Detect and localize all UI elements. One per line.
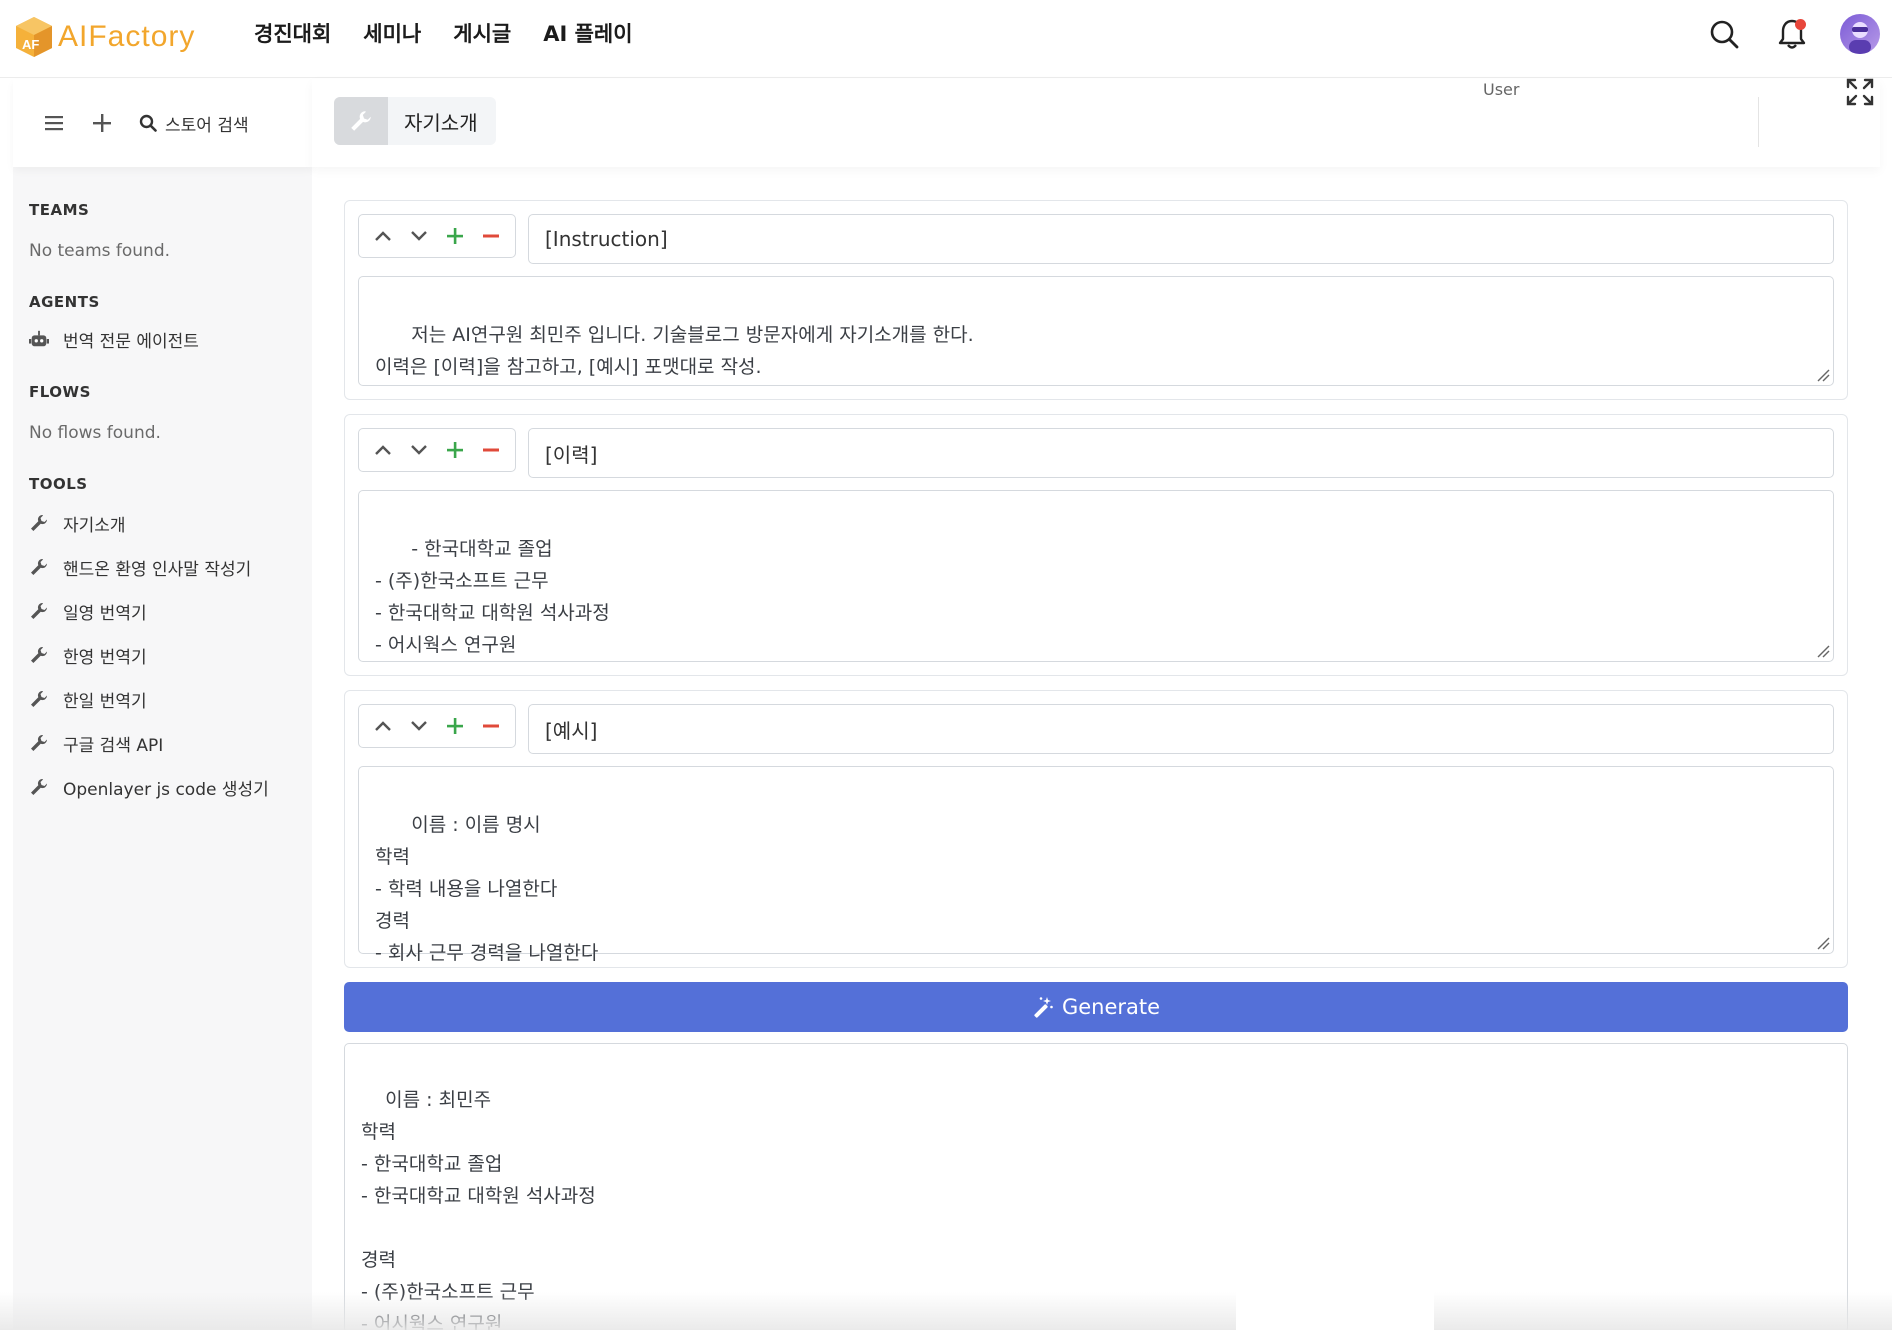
block-body-textarea[interactable]: - 한국대학교 졸업 - (주)한국소프트 근무 - 한국대학교 대학원 석사과… [358, 490, 1834, 662]
sidebar-item-label: 자기소개 [63, 515, 126, 536]
generated-output-text: 이름 : 최민주 학력 - 한국대학교 졸업 - 한국대학교 대학원 석사과정 … [361, 1089, 596, 1330]
store-search[interactable]: 스토어 검색 [139, 111, 249, 136]
sidebar-item-label: Openlayer js code 생성기 [63, 779, 269, 800]
notification-dot [1795, 19, 1806, 30]
nav-seminars[interactable]: 세미나 [363, 18, 421, 48]
sidebar-item-tool-self-intro[interactable]: 자기소개 [29, 501, 312, 545]
sidebar-item-label: 핸드온 환영 인사말 작성기 [63, 559, 252, 580]
tools-list: 자기소개 핸드온 환영 인사말 작성기 일영 번역기 한영 번역기 한일 번역기… [29, 501, 312, 809]
sidebar-item-label: 한영 번역기 [63, 647, 147, 668]
block-title-input[interactable] [528, 214, 1834, 264]
agents-heading: AGENTS [29, 293, 100, 311]
menu-icon[interactable] [43, 112, 65, 134]
prompt-block-history: - 한국대학교 졸업 - (주)한국소프트 근무 - 한국대학교 대학원 석사과… [344, 414, 1848, 676]
main-nav: 경진대회 세미나 게시글 AI 플레이 [254, 18, 633, 48]
remove-block-icon[interactable] [478, 713, 504, 739]
tab-bar: 자기소개 [312, 79, 1880, 167]
block-body-text: 이름 : 이름 명시 학력 - 학력 내용을 나열한다 경력 - 회사 근무 경… [375, 814, 599, 964]
top-navbar: AF AIFactory 경진대회 세미나 게시글 AI 플레이 [0, 0, 1892, 78]
generate-label: Generate [1061, 995, 1161, 1019]
sidebar-item-label: 번역 전문 에이전트 [63, 331, 199, 352]
magic-wand-icon [1034, 997, 1053, 1018]
robot-icon [29, 329, 49, 349]
wrench-icon [29, 601, 49, 621]
brand-logo[interactable]: AF AIFactory [14, 14, 195, 60]
sidebar-toolbar: 스토어 검색 [13, 79, 312, 167]
sidebar-item-label: 한일 번역기 [63, 691, 147, 712]
resize-grip-icon[interactable] [1816, 936, 1830, 950]
sidebar-item-label: 일영 번역기 [63, 603, 147, 624]
remove-block-icon[interactable] [478, 223, 504, 249]
flows-empty-text: No flows found. [29, 423, 161, 443]
blank-region [1236, 1268, 1434, 1330]
block-body-text: 저는 AI연구원 최민주 입니다. 기술블로그 방문자에게 자기소개를 한다. … [375, 324, 974, 378]
remove-block-icon[interactable] [478, 437, 504, 463]
sidebar-item-agent-translator[interactable]: 번역 전문 에이전트 [29, 317, 312, 361]
block-title-input[interactable] [528, 704, 1834, 754]
wrench-icon [334, 97, 388, 145]
logo-cube-icon: AF [16, 17, 52, 57]
sidebar-item-tool-welcome[interactable]: 핸드온 환영 인사말 작성기 [29, 545, 312, 589]
block-body-textarea[interactable]: 이름 : 이름 명시 학력 - 학력 내용을 나열한다 경력 - 회사 근무 경… [358, 766, 1834, 964]
bell-icon[interactable] [1772, 14, 1812, 54]
store-search-label: 스토어 검색 [165, 115, 249, 136]
block-body-text: - 한국대학교 졸업 - (주)한국소프트 근무 - 한국대학교 대학원 석사과… [375, 538, 610, 656]
brand-name: AIFactory [58, 20, 196, 53]
block-controls [358, 214, 516, 258]
flows-heading: FLOWS [29, 383, 91, 401]
top-actions [1704, 14, 1880, 54]
sidebar: 스토어 검색 TEAMS No teams found. AGENTS 번역 전… [13, 79, 312, 1330]
add-block-icon[interactable] [442, 713, 468, 739]
expand-icon[interactable] [1846, 78, 1874, 106]
avatar[interactable] [1840, 14, 1880, 54]
user-label: User [1483, 80, 1520, 99]
nav-competitions[interactable]: 경진대회 [254, 18, 331, 48]
prompt-block-example: 이름 : 이름 명시 학력 - 학력 내용을 나열한다 경력 - 회사 근무 경… [344, 690, 1848, 968]
divider [1758, 97, 1759, 147]
block-title-input[interactable] [528, 428, 1834, 478]
move-down-icon[interactable] [406, 713, 432, 739]
wrench-icon [29, 689, 49, 709]
teams-empty-text: No teams found. [29, 241, 171, 261]
nav-ai-play[interactable]: AI 플레이 [543, 18, 632, 48]
prompt-block-instruction: 저는 AI연구원 최민주 입니다. 기술블로그 방문자에게 자기소개를 한다. … [344, 200, 1848, 400]
sidebar-item-tool-ko-ja[interactable]: 한일 번역기 [29, 677, 312, 721]
tab-label: 자기소개 [404, 110, 478, 135]
wrench-icon [29, 513, 49, 533]
sidebar-item-tool-openlayer[interactable]: Openlayer js code 생성기 [29, 765, 312, 809]
search-icon [139, 114, 157, 132]
tab-self-intro[interactable]: 자기소개 [334, 97, 496, 145]
add-block-icon[interactable] [442, 437, 468, 463]
svg-text:AF: AF [22, 37, 39, 52]
resize-grip-icon[interactable] [1816, 368, 1830, 382]
add-block-icon[interactable] [442, 223, 468, 249]
main-content: 저는 AI연구원 최민주 입니다. 기술블로그 방문자에게 자기소개를 한다. … [344, 200, 1848, 1330]
move-down-icon[interactable] [406, 437, 432, 463]
wrench-icon [29, 557, 49, 577]
block-body-textarea[interactable]: 저는 AI연구원 최민주 입니다. 기술블로그 방문자에게 자기소개를 한다. … [358, 276, 1834, 386]
move-down-icon[interactable] [406, 223, 432, 249]
tools-heading: TOOLS [29, 475, 88, 493]
sidebar-item-tool-google-search[interactable]: 구글 검색 API [29, 721, 312, 765]
nav-posts[interactable]: 게시글 [453, 18, 511, 48]
wrench-icon [29, 777, 49, 797]
teams-section: TEAMS No teams found. AGENTS 번역 전문 에이전트 … [13, 201, 312, 809]
sidebar-item-tool-ja-en[interactable]: 일영 번역기 [29, 589, 312, 633]
sidebar-item-label: 구글 검색 API [63, 735, 164, 756]
sidebar-item-tool-ko-en[interactable]: 한영 번역기 [29, 633, 312, 677]
generate-button[interactable]: Generate [344, 982, 1848, 1032]
wrench-icon [29, 645, 49, 665]
search-icon[interactable] [1704, 14, 1744, 54]
move-up-icon[interactable] [370, 223, 396, 249]
teams-heading: TEAMS [29, 201, 90, 219]
generated-output: 이름 : 최민주 학력 - 한국대학교 졸업 - 한국대학교 대학원 석사과정 … [344, 1043, 1848, 1330]
plus-icon[interactable] [91, 112, 113, 134]
wrench-icon [29, 733, 49, 753]
resize-grip-icon[interactable] [1816, 644, 1830, 658]
